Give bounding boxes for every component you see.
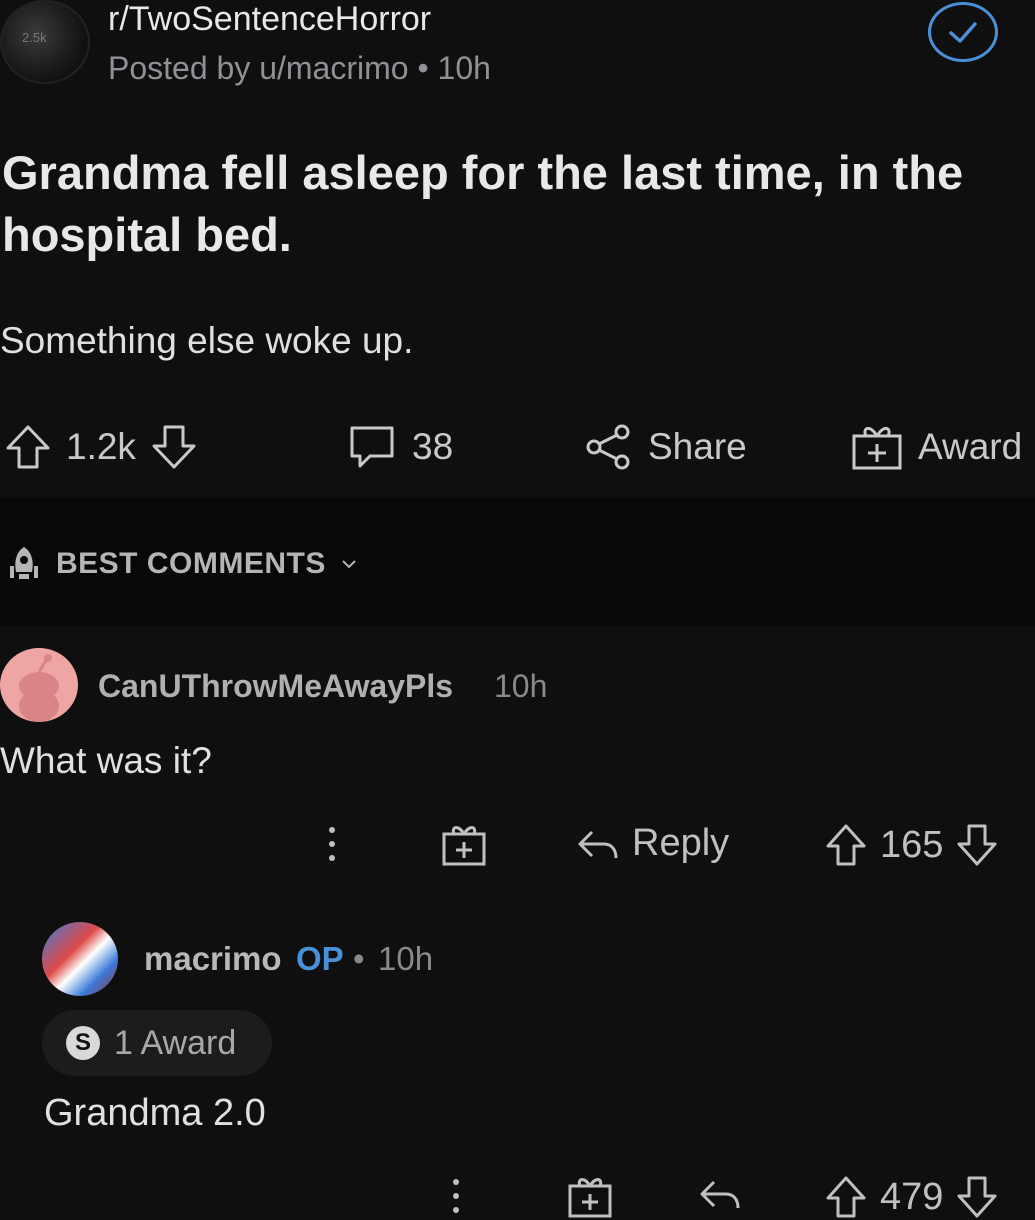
comments-button[interactable]: 38 — [346, 422, 453, 472]
reply-label: Reply — [632, 822, 730, 864]
more-vertical-icon — [453, 1179, 459, 1213]
award-badge[interactable]: S 1 Award — [42, 1010, 272, 1076]
share-icon — [586, 424, 630, 470]
op-badge: OP — [296, 940, 344, 977]
comment-score: 165 — [880, 823, 944, 866]
comment-icon — [350, 426, 394, 468]
award-button[interactable]: Award — [850, 422, 1022, 472]
reply-text: Grandma 2.0 — [44, 1092, 266, 1134]
snoo-avatar-icon — [19, 654, 59, 722]
post-body: Something else woke up. — [0, 320, 414, 361]
subreddit-avatar[interactable]: 2.5k — [0, 0, 90, 84]
post-title: Grandma fell asleep for the last time, i… — [2, 146, 964, 261]
subreddit-avatar-text: 2.5k — [22, 30, 47, 45]
check-icon — [949, 22, 977, 43]
reply-button[interactable]: Reply — [574, 822, 729, 865]
chevron-down-icon — [342, 560, 356, 569]
award-label: Award — [918, 426, 1023, 467]
silver-award-icon: S — [66, 1026, 100, 1060]
upvote-count: 1.2k — [66, 426, 136, 467]
sort-label: BEST COMMENTS — [56, 547, 326, 580]
vote-bar: 1.2k — [4, 422, 198, 472]
rocket-icon — [10, 547, 38, 579]
post-time: 10h — [437, 50, 491, 86]
share-label: Share — [648, 426, 747, 467]
more-options-button[interactable] — [322, 822, 342, 866]
award-count: 1 Award — [114, 1023, 237, 1062]
reply-more-options-button[interactable] — [446, 1174, 466, 1218]
share-button[interactable]: Share — [584, 422, 747, 472]
reply-icon — [578, 830, 618, 858]
post-meta: Posted by u/macrimo • 10h — [108, 50, 491, 87]
comment-text: What was it? — [0, 740, 212, 781]
comment-time: 10h — [494, 668, 548, 704]
comment-count: 38 — [412, 426, 454, 467]
comment-award-button[interactable] — [440, 822, 488, 868]
posted-by[interactable]: Posted by u/macrimo — [108, 50, 409, 86]
more-vertical-icon — [329, 827, 335, 861]
reply-reply-button[interactable] — [696, 1174, 742, 1214]
comment-author[interactable]: CanUThrowMeAwayPls — [98, 668, 453, 705]
comment-avatar[interactable] — [0, 648, 78, 722]
gift-icon — [442, 826, 486, 866]
reply-award-button[interactable] — [566, 1174, 614, 1220]
reply-time: 10h — [378, 940, 434, 977]
reply-vote-bar: 479 — [824, 1174, 999, 1220]
gift-icon — [568, 1178, 612, 1218]
upvote-icon[interactable] — [824, 822, 868, 868]
reply-author[interactable]: macrimo — [144, 940, 282, 978]
reply-avatar[interactable] — [42, 922, 118, 996]
reply-score: 479 — [880, 1175, 944, 1218]
reply-separator: • — [353, 940, 365, 977]
downvote-icon[interactable] — [955, 1174, 999, 1220]
meta-separator: • — [417, 50, 429, 86]
upvote-icon[interactable] — [824, 1174, 868, 1220]
downvote-icon[interactable] — [955, 822, 999, 868]
comment-vote-bar: 165 — [824, 822, 999, 868]
subreddit-name[interactable]: r/TwoSentenceHorror — [108, 0, 431, 39]
sort-comments-dropdown[interactable]: BEST COMMENTS — [4, 544, 360, 584]
downvote-icon[interactable] — [150, 422, 198, 472]
reply-icon — [700, 1180, 740, 1209]
upvote-icon[interactable] — [4, 422, 52, 472]
join-check-button[interactable] — [928, 2, 998, 62]
gift-icon — [852, 427, 902, 470]
